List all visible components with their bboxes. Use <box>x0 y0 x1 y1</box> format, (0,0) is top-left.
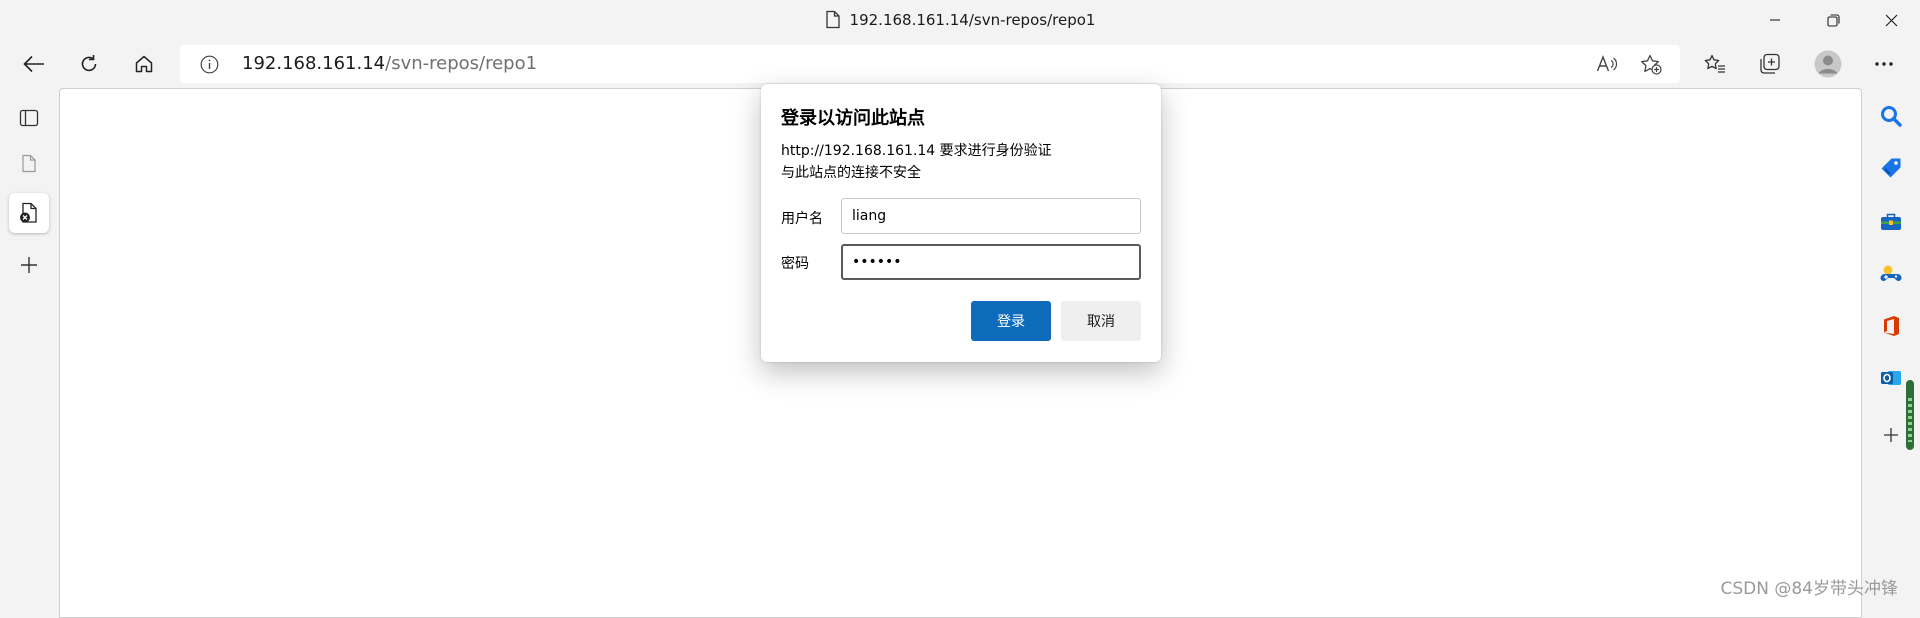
shopping-icon <box>1881 158 1901 178</box>
password-label: 密码 <box>781 256 809 272</box>
new-tab-button[interactable] <box>9 245 49 285</box>
sidebar-search-button[interactable] <box>1871 96 1911 136</box>
sign-in-dialog: 登录以访问此站点 http://192.168.161.14 要求进行身份验证 … <box>761 84 1161 362</box>
restore-icon <box>1826 13 1840 27</box>
new-tab-icon <box>21 257 37 273</box>
sidebar-outlook-button[interactable] <box>1871 358 1911 398</box>
search-icon <box>1881 106 1902 127</box>
address-bar[interactable]: 192.168.161.14/svn-repos/repo1 <box>180 45 1680 83</box>
favorites-icon <box>1704 54 1725 73</box>
refresh-icon <box>81 55 97 72</box>
close-button[interactable] <box>1862 0 1920 40</box>
login-button[interactable]: 登录 <box>971 301 1051 341</box>
tab-actions-button[interactable] <box>9 98 49 138</box>
outlook-icon <box>1881 371 1901 385</box>
office-icon <box>1884 316 1899 336</box>
cancel-button[interactable]: 取消 <box>1061 301 1141 341</box>
active-tab-icon <box>20 202 37 223</box>
sidebar-shopping-button[interactable] <box>1871 148 1911 188</box>
url-text[interactable]: 192.168.161.14/svn-repos/repo1 <box>242 53 537 74</box>
close-icon <box>1885 14 1897 26</box>
window-title-area: 192.168.161.14/svn-repos/repo1 <box>0 10 1920 29</box>
info-icon[interactable] <box>200 55 219 74</box>
sidebar-office-button[interactable] <box>1871 306 1911 346</box>
sidebar-tools-button[interactable] <box>1871 202 1911 242</box>
url-host: 192.168.161.14 <box>242 53 386 74</box>
more-icon <box>1875 62 1893 66</box>
window-title: 192.168.161.14/svn-repos/repo1 <box>849 11 1096 29</box>
browser-toolbar: 192.168.161.14/svn-repos/repo1 <box>0 40 1920 88</box>
username-label: 用户名 <box>781 211 823 227</box>
refresh-button[interactable] <box>69 44 109 84</box>
password-field[interactable]: •••••• <box>841 244 1141 280</box>
add-icon <box>1884 428 1898 442</box>
tools-icon <box>1881 213 1901 230</box>
vertical-tabs-sidebar <box>0 88 58 606</box>
sidebar-scroll-handle[interactable] <box>1906 380 1914 450</box>
dialog-message-line1: http://192.168.161.14 要求进行身份验证 <box>781 143 1052 159</box>
dialog-message: http://192.168.161.14 要求进行身份验证 与此站点的连接不安… <box>781 140 1052 184</box>
title-bar: 192.168.161.14/svn-repos/repo1 <box>0 0 1920 40</box>
read-aloud-icon[interactable] <box>1596 54 1618 74</box>
active-tab[interactable] <box>9 193 49 233</box>
restore-button[interactable] <box>1804 0 1862 40</box>
tab-actions-icon <box>19 109 39 127</box>
url-path: /svn-repos/repo1 <box>385 53 538 74</box>
minimize-icon <box>1770 19 1780 21</box>
collections-button[interactable] <box>1750 44 1790 84</box>
games-icon <box>1880 265 1902 281</box>
edge-sidebar <box>1862 88 1920 606</box>
dialog-message-line2: 与此站点的连接不安全 <box>781 165 921 181</box>
collections-icon <box>1760 53 1780 74</box>
profile-icon <box>1814 50 1842 78</box>
blank-tab[interactable] <box>9 143 49 183</box>
back-icon <box>23 55 44 73</box>
home-icon <box>135 55 153 73</box>
sidebar-add-button[interactable] <box>1871 415 1911 455</box>
home-button[interactable] <box>124 44 164 84</box>
add-favorite-icon[interactable] <box>1640 54 1662 75</box>
sidebar-games-button[interactable] <box>1871 254 1911 294</box>
back-button[interactable] <box>14 44 54 84</box>
username-field[interactable]: liang <box>841 198 1141 234</box>
blank-tab-icon <box>22 154 36 172</box>
favorites-button[interactable] <box>1695 44 1735 84</box>
dialog-title: 登录以访问此站点 <box>781 108 925 129</box>
more-button[interactable] <box>1864 44 1904 84</box>
profile-button[interactable] <box>1808 44 1848 84</box>
minimize-button[interactable] <box>1746 0 1804 40</box>
page-icon <box>825 10 840 29</box>
